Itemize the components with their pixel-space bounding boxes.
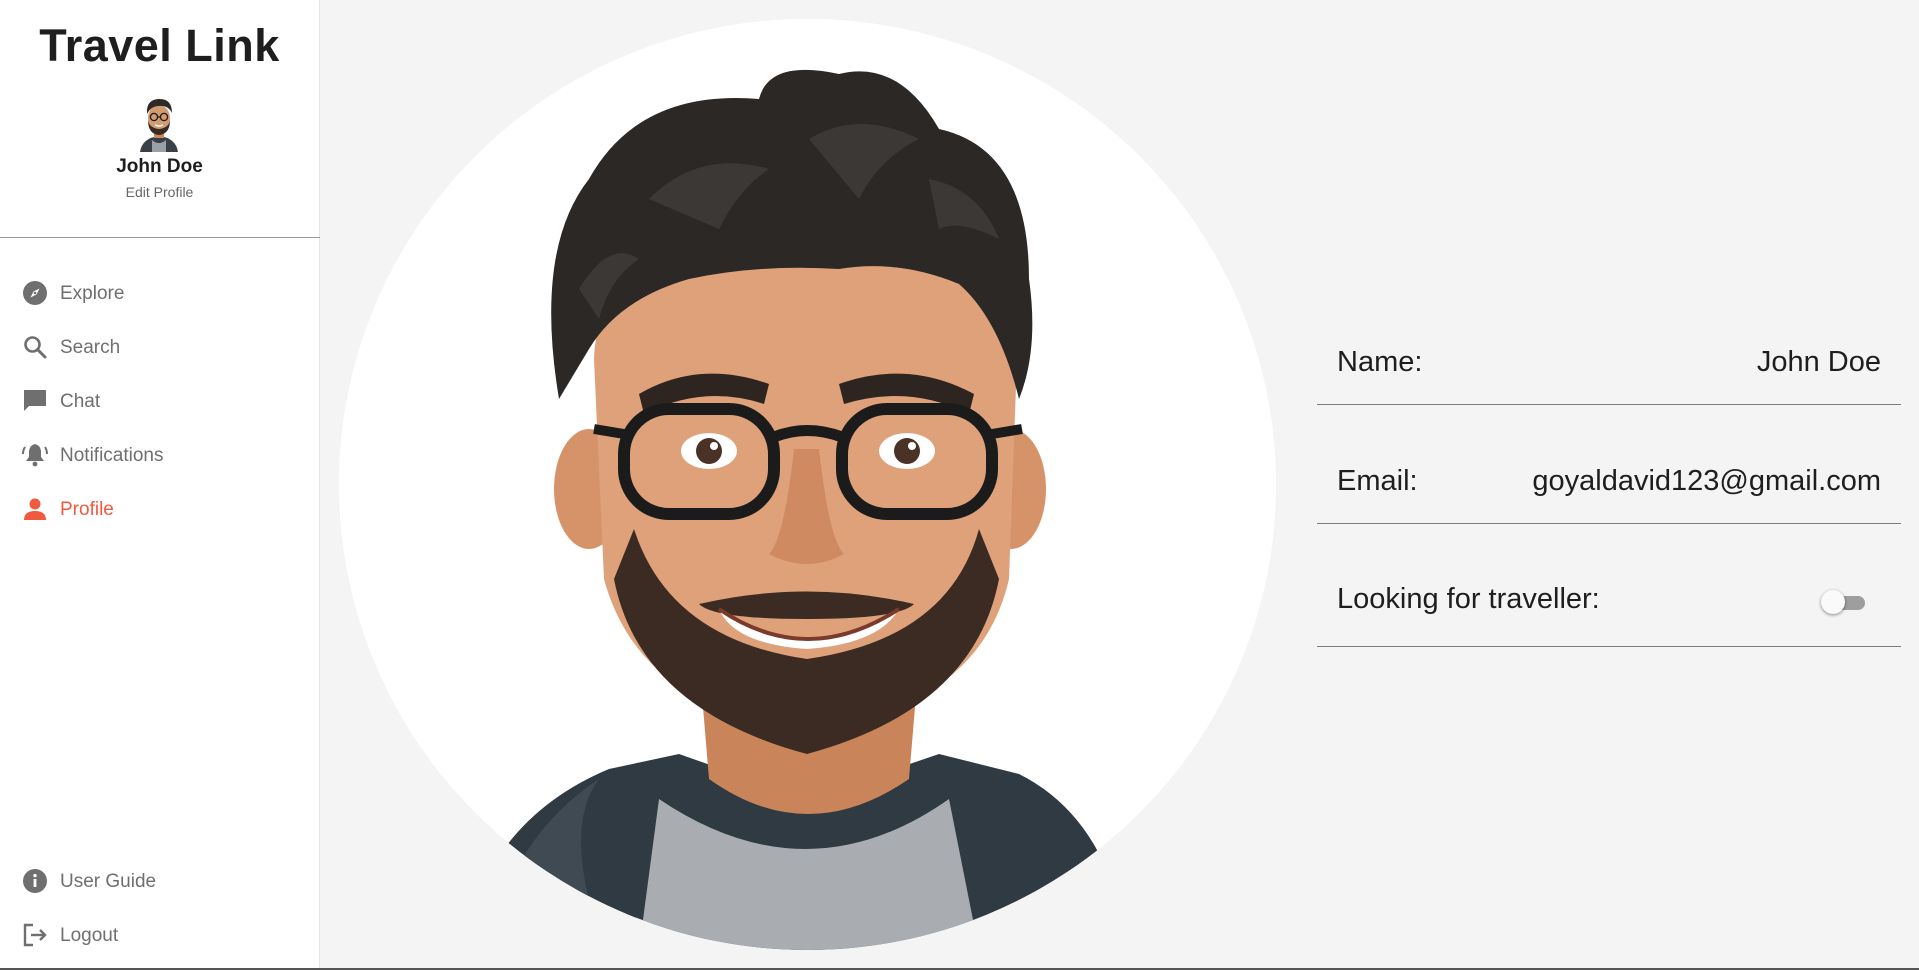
- looking-label: Looking for traveller:: [1337, 583, 1600, 615]
- sidebar-item-explore[interactable]: Explore: [20, 273, 300, 313]
- info-row-email: Email: goyaldavid123@gmail.com: [1317, 405, 1901, 524]
- sidebar-item-label: Profile: [60, 498, 114, 520]
- name-label: Name:: [1337, 346, 1423, 378]
- compass-icon: [20, 278, 50, 308]
- sidebar-item-label: Search: [60, 336, 121, 358]
- sidebar-item-label: Notifications: [60, 444, 164, 466]
- sidebar-item-chat[interactable]: Chat: [20, 381, 300, 421]
- search-icon: [20, 332, 50, 362]
- app-title: Travel Link: [39, 20, 280, 71]
- user-avatar[interactable]: [136, 94, 182, 152]
- email-value: goyaldavid123@gmail.com: [1532, 465, 1881, 497]
- chat-icon: [20, 386, 50, 416]
- name-value: John Doe: [1756, 346, 1881, 378]
- sidebar-item-user-guide[interactable]: User Guide: [20, 861, 300, 901]
- info-row-name: Name: John Doe: [1317, 286, 1901, 405]
- sidebar-item-profile[interactable]: Profile: [20, 489, 300, 529]
- looking-for-traveller-toggle[interactable]: [1821, 590, 1867, 614]
- sidebar-item-label: User Guide: [60, 870, 157, 892]
- sidebar-item-label: Chat: [60, 390, 101, 412]
- sidebar-item-search[interactable]: Search: [20, 327, 300, 367]
- toggle-knob: [1821, 590, 1845, 614]
- sidebar-item-label: Explore: [60, 282, 125, 304]
- email-label: Email:: [1337, 465, 1418, 497]
- edit-profile-link[interactable]: Edit Profile: [0, 184, 319, 200]
- sidebar: Travel Link John Doe Edit Profile Explor…: [0, 0, 320, 968]
- user-name: John Doe: [116, 156, 203, 177]
- person-icon: [20, 494, 50, 524]
- logout-icon: [20, 920, 50, 950]
- info-row-looking-for-traveller: Looking for traveller:: [1317, 522, 1901, 647]
- bell-icon: [20, 440, 50, 470]
- sidebar-item-notifications[interactable]: Notifications: [20, 435, 300, 475]
- sidebar-item-label: Logout: [60, 924, 119, 946]
- sidebar-divider: [0, 237, 320, 238]
- sidebar-item-logout[interactable]: Logout: [20, 915, 300, 955]
- info-icon: [20, 866, 50, 896]
- profile-photo: [339, 19, 1276, 950]
